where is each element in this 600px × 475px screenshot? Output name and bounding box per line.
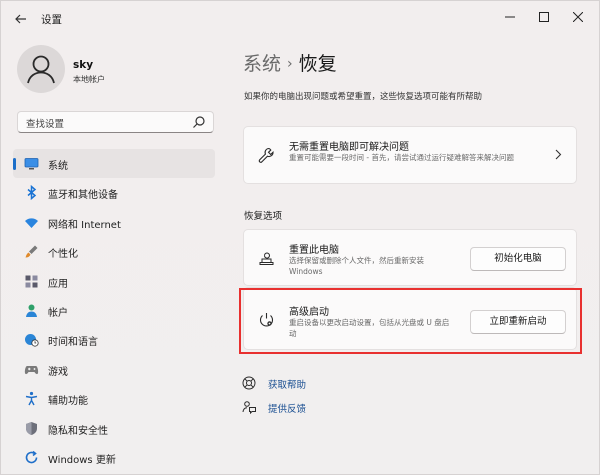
help-icon: [242, 376, 256, 390]
avatar[interactable]: [17, 45, 65, 93]
sidebar-item-bluetooth[interactable]: 蓝牙和其他设备: [13, 178, 215, 207]
window-title: 设置: [41, 14, 62, 26]
sidebar-nav: 系统 蓝牙和其他设备 网络和 Internet 个性化 应用 帐户 时间和语言 …: [13, 149, 215, 472]
sidebar-item-label: 蓝牙和其他设备: [48, 190, 118, 202]
gamepad-icon: [24, 365, 39, 374]
breadcrumb-separator: ›: [287, 56, 293, 72]
user-name: sky: [73, 59, 94, 71]
card-title: 无需重置电脑即可解决问题: [289, 142, 409, 153]
sidebar-item-label: 游戏: [48, 366, 68, 378]
apps-icon: [25, 275, 38, 288]
sidebar-item-label: 系统: [48, 161, 68, 172]
highlight-box: [239, 288, 582, 354]
search-icon[interactable]: [192, 115, 206, 129]
sidebar-item-system[interactable]: 系统: [13, 149, 215, 179]
sidebar-item-apps[interactable]: 应用: [13, 267, 215, 296]
arrow-left-icon: [15, 14, 26, 24]
search-input[interactable]: 查找设置: [17, 111, 214, 133]
bluetooth-icon: [27, 185, 37, 201]
reset-pc-card: 重置此电脑 选择保留或删除个人文件，然后重新安装 Windows 初始化电脑: [243, 229, 577, 286]
section-heading: 恢复选项: [244, 211, 283, 222]
feedback-icon: [242, 401, 256, 414]
breadcrumb: 系统 › 恢复: [243, 49, 337, 76]
card-title: 重置此电脑: [289, 245, 339, 256]
wrench-icon: [258, 147, 274, 163]
person-icon: [26, 304, 37, 317]
breadcrumb-parent[interactable]: 系统: [243, 53, 281, 75]
title-bar: 设置: [1, 1, 600, 37]
reset-pc-icon: [259, 252, 274, 265]
sidebar-item-label: 隐私和安全性: [48, 425, 108, 437]
maximize-button[interactable]: [531, 7, 557, 29]
troubleshoot-card[interactable]: 无需重置电脑即可解决问题 重置可能需要一段时间 - 首先，请尝试通过运行疑难解答…: [243, 126, 577, 184]
sidebar-item-label: 应用: [48, 278, 68, 290]
reset-pc-button[interactable]: 初始化电脑: [470, 247, 566, 271]
sidebar-item-windows-update[interactable]: Windows 更新: [13, 443, 215, 472]
sidebar-item-label: 时间和语言: [48, 337, 98, 349]
selection-indicator: [13, 158, 16, 170]
sidebar-item-network[interactable]: 网络和 Internet: [13, 208, 215, 237]
sidebar-item-privacy[interactable]: 隐私和安全性: [13, 414, 215, 443]
chevron-right-icon: [555, 149, 562, 163]
sidebar-item-label: 个性化: [48, 249, 78, 261]
globe-clock-icon: [25, 334, 39, 347]
wifi-icon: [25, 218, 38, 228]
user-avatar-icon: [27, 55, 55, 84]
settings-window: 设置 sky 本地帐户 查找设置 系统 蓝牙和其他设备 网络和 Internet…: [0, 0, 600, 475]
card-description: 选择保留或删除个人文件，然后重新安装 Windows: [289, 256, 424, 276]
monitor-icon: [24, 158, 39, 170]
brush-icon: [25, 245, 38, 258]
close-button[interactable]: [565, 7, 591, 29]
sidebar-item-label: 辅助功能: [48, 396, 88, 408]
link-label: 提供反馈: [268, 404, 307, 415]
sidebar-item-gaming[interactable]: 游戏: [13, 355, 215, 384]
sidebar-item-label: Windows 更新: [48, 454, 116, 466]
sidebar-item-label: 帐户: [48, 307, 68, 319]
page-description: 如果你的电脑出现问题或希望重置，这些恢复选项可能有所帮助: [244, 92, 483, 102]
minimize-icon: [505, 16, 515, 18]
sidebar-item-label: 网络和 Internet: [48, 219, 121, 231]
minimize-button[interactable]: [497, 7, 523, 29]
close-icon: [572, 11, 584, 23]
sidebar-item-accounts[interactable]: 帐户: [13, 296, 215, 325]
account-type: 本地帐户: [73, 75, 105, 84]
accessibility-icon: [25, 392, 38, 406]
update-icon: [25, 450, 38, 464]
link-label: 获取帮助: [268, 380, 307, 391]
sidebar-item-time-language[interactable]: 时间和语言: [13, 325, 215, 354]
back-button[interactable]: [11, 10, 31, 28]
shield-icon: [26, 421, 37, 435]
maximize-icon: [539, 12, 549, 22]
search-placeholder: 查找设置: [26, 119, 65, 130]
sidebar-item-personalization[interactable]: 个性化: [13, 237, 215, 266]
card-description: 重置可能需要一段时间 - 首先，请尝试通过运行疑难解答来解决问题: [289, 153, 514, 162]
page-title: 恢复: [298, 53, 337, 75]
sidebar-item-accessibility[interactable]: 辅助功能: [13, 384, 215, 413]
